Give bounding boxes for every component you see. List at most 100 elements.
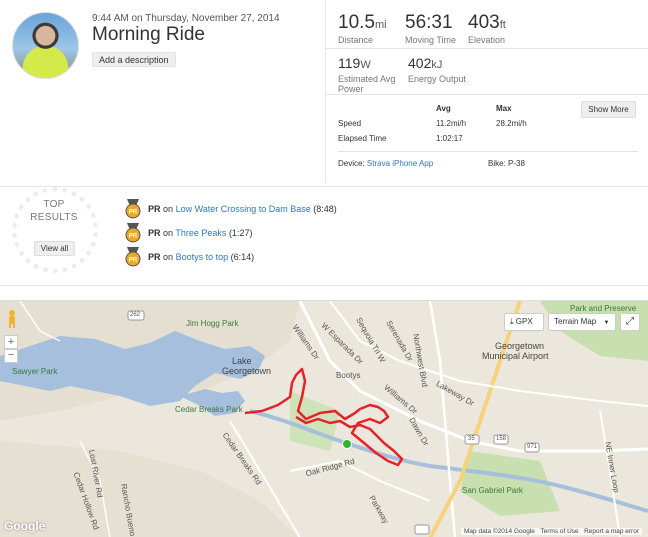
top-results-label-1: TOP <box>43 199 65 210</box>
elevation-unit: ft <box>499 19 506 31</box>
map-label-bootys: Bootys <box>336 371 361 380</box>
stat-power: 119W Estimated Avg Power <box>338 55 398 94</box>
map-label-lake-2: Georgetown <box>222 366 272 376</box>
distance-unit: mi <box>374 19 387 31</box>
athlete-avatar[interactable] <box>12 12 79 79</box>
map-label-sawyer: Sawyer Park <box>12 367 58 376</box>
stat-energy: 402kJ Energy Output <box>408 55 466 84</box>
map-label-airport-1: Georgetown <box>495 341 545 351</box>
zoom-in-button[interactable]: + <box>4 335 18 349</box>
device-link[interactable]: Strava iPhone App <box>367 159 433 168</box>
elapsed-time-avg: 1:02:17 <box>436 134 463 143</box>
stats-divider-2 <box>326 94 648 95</box>
pr-badge: PR <box>148 252 161 262</box>
pr-badge: PR <box>148 204 161 214</box>
svg-text:PR: PR <box>129 258 138 264</box>
terms-link[interactable]: Terms of Use <box>540 528 578 535</box>
distance-value: 10.5 <box>338 12 375 33</box>
map-shield-971: 971 <box>527 444 538 450</box>
map-label-jim-hogg: Jim Hogg Park <box>186 319 239 328</box>
map-type-label: Terrain Map <box>554 317 597 326</box>
distance-label: Distance <box>338 35 374 45</box>
fullscreen-button[interactable]: ⤢ <box>620 313 640 331</box>
map-canvas[interactable] <box>0 301 648 537</box>
zoom-out-button[interactable]: − <box>4 349 18 363</box>
stat-moving-time: 56:31 Moving Time <box>405 12 456 45</box>
col-max-header: Max <box>496 104 512 113</box>
stat-distance: 10.5mi Distance <box>338 12 387 45</box>
moving-time-value: 56:31 <box>405 12 453 33</box>
activity-header: 9:44 AM on Thursday, November 27, 2014 M… <box>0 0 648 183</box>
table-divider <box>338 151 638 152</box>
expand-icon: ⤢ <box>626 316 634 327</box>
device-row: Device: Strava iPhone App <box>338 159 433 168</box>
gpx-label: GPX <box>515 317 533 326</box>
pr-on: on <box>163 204 174 214</box>
speed-avg: 11.2mi/h <box>436 119 467 128</box>
device-label: Device: <box>338 159 365 168</box>
pr-item: PR PR on Low Water Crossing to Dam Base … <box>124 199 337 219</box>
show-more-button[interactable]: Show More <box>581 101 636 118</box>
google-logo: Google <box>4 519 46 533</box>
power-unit: W <box>360 59 371 71</box>
pr-segment-link[interactable]: Low Water Crossing to Dam Base <box>176 204 311 214</box>
energy-label: Energy Output <box>408 74 467 84</box>
svg-text:PR: PR <box>129 210 138 216</box>
map-type-select[interactable]: Terrain Map ▼ <box>548 313 616 331</box>
pr-medal-icon: PR <box>125 247 141 267</box>
map-label-cedar-breaks: Cedar Breaks Park <box>175 405 243 414</box>
map-shield-35: 35 <box>468 436 475 442</box>
pr-time: (8:48) <box>313 204 337 214</box>
stat-elevation: 403ft Elevation <box>468 12 506 45</box>
speed-label: Speed <box>338 119 362 128</box>
pr-on: on <box>163 252 174 262</box>
map-label-san-gabriel: San Gabriel Park <box>462 486 523 495</box>
pr-medal-icon: PR <box>125 223 141 243</box>
activity-datetime: 9:44 AM on Thursday, November 27, 2014 <box>92 13 280 24</box>
gpx-download-button[interactable]: ⤓ GPX <box>504 313 544 331</box>
map-label-lake-1: Lake <box>232 356 252 366</box>
elevation-value: 403 <box>468 12 500 33</box>
download-icon: ⤓ <box>510 317 514 326</box>
stats-divider <box>326 48 648 49</box>
map-label-airport-2: Municipal Airport <box>482 351 549 361</box>
pr-medal-icon: PR <box>125 199 141 219</box>
top-results-label-2: RESULTS <box>30 212 78 223</box>
stats-panel: 10.5mi Distance 56:31 Moving Time 403ft … <box>325 0 648 183</box>
bike-label: Bike: <box>488 159 506 168</box>
street-view-pegman-icon[interactable] <box>5 309 19 329</box>
bike-row: Bike: P-38 <box>488 159 525 168</box>
map-data-attribution: Map data ©2014 Google <box>464 528 535 535</box>
report-map-error-link[interactable]: Report a map error <box>584 528 639 535</box>
moving-time-label: Moving Time <box>405 35 457 45</box>
chevron-down-icon: ▼ <box>603 320 610 326</box>
add-description-button[interactable]: Add a description <box>92 52 176 67</box>
elevation-label: Elevation <box>468 35 506 45</box>
pr-segment-link[interactable]: Bootys to top <box>176 252 229 262</box>
pr-on: on <box>163 228 174 238</box>
pr-badge: PR <box>148 228 161 238</box>
route-map[interactable]: Jim Hogg Park Lake Georgetown Sawyer Par… <box>0 300 648 537</box>
view-all-button[interactable]: View all <box>34 241 75 256</box>
top-results-section: TOP RESULTS View all PR PR on Low Water … <box>0 186 648 286</box>
map-shield-158: 158 <box>496 436 507 442</box>
map-footer: Map data ©2014 Google Terms of Use Repor… <box>461 528 642 535</box>
map-label-park-preserve: Park and Preserve <box>570 304 637 313</box>
elapsed-time-label: Elapsed Time <box>338 134 387 143</box>
speed-max: 28.2mi/h <box>496 119 527 128</box>
pr-item: PR PR on Bootys to top (6:14) <box>124 247 254 267</box>
activity-title: Morning Ride <box>92 24 205 45</box>
map-shield-262: 262 <box>130 312 141 318</box>
power-value: 119 <box>338 55 361 71</box>
col-avg-header: Avg <box>436 104 451 113</box>
pr-time: (1:27) <box>228 228 253 238</box>
energy-unit: kJ <box>431 59 443 71</box>
svg-text:PR: PR <box>129 234 138 240</box>
pr-segment-link[interactable]: Three Peaks <box>175 228 226 238</box>
pr-item: PR PR on Three Peaks (1:27) <box>124 223 252 243</box>
bike-value: P-38 <box>508 159 525 168</box>
pr-time: (6:14) <box>230 252 255 262</box>
power-label: Estimated Avg Power <box>338 74 396 94</box>
top-results-wreath: TOP RESULTS View all <box>0 187 108 285</box>
energy-value: 402 <box>408 55 432 71</box>
